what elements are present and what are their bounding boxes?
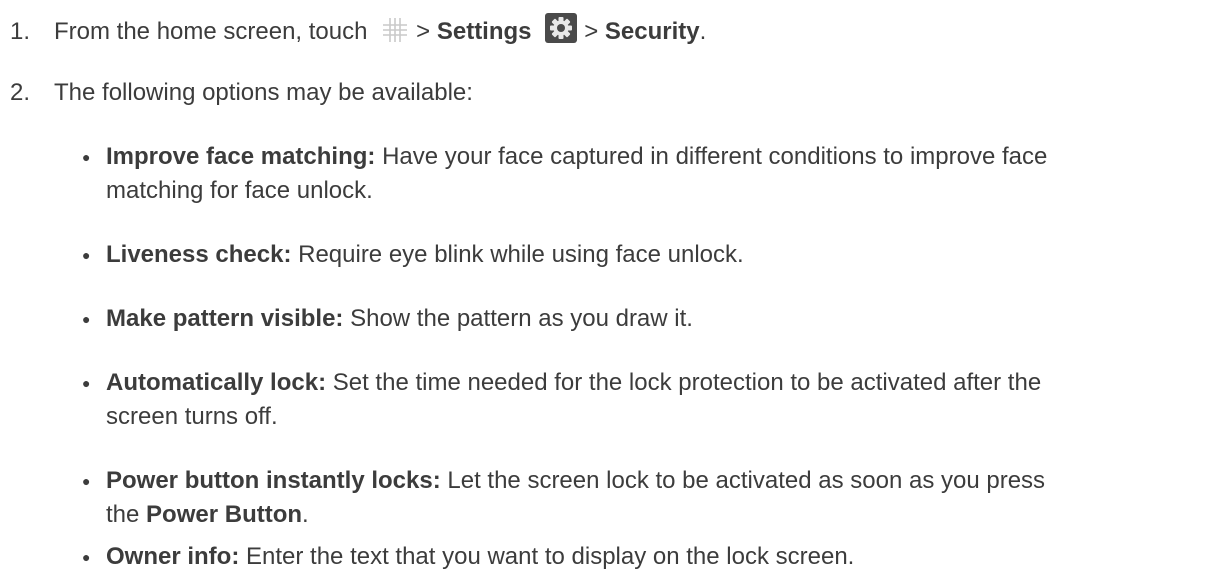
option-desc-cont: the — [106, 501, 140, 528]
separator-arrow: > — [416, 18, 431, 45]
bullet-dot: ● — [82, 149, 91, 165]
option-title: Improve face matching: — [106, 143, 376, 170]
option-text: Automatically lock: Set the time needed … — [106, 366, 1206, 434]
option-text: Improve face matching: Have your face ca… — [106, 140, 1206, 208]
instruction-document: 1. From the home screen, touch > Settings — [0, 0, 1219, 576]
option-desc-cont: screen turns off. — [106, 403, 278, 430]
option-text: Liveness check: Require eye blink while … — [106, 238, 1206, 272]
bullet-dot: ● — [82, 375, 91, 391]
step-text: The following options may be available: — [54, 79, 473, 106]
bullet-dot: ● — [82, 473, 91, 489]
step-number: 2. — [10, 79, 31, 106]
period: . — [302, 501, 309, 528]
bullet-dot: ● — [82, 247, 91, 263]
step-1: 1. From the home screen, touch > Settings — [10, 12, 706, 54]
option-text: Owner info: Enter the text that you want… — [106, 540, 1206, 574]
option-desc: Set the time needed for the lock protect… — [332, 369, 1042, 396]
option-text: Power button instantly locks: Let the sc… — [106, 464, 1206, 532]
bullet-dot: ● — [82, 549, 91, 565]
option-title: Liveness check: — [106, 241, 292, 268]
step-number: 1. — [10, 18, 31, 45]
step-2: 2. The following options may be available… — [10, 76, 473, 110]
option-desc: Enter the text that you want to display … — [246, 543, 855, 570]
security-label: Security — [604, 18, 700, 45]
period: . — [699, 18, 707, 45]
bullet-dot: ● — [82, 311, 91, 327]
option-desc: Have your face captured in different con… — [382, 143, 1048, 170]
option-title: Owner info: — [106, 543, 240, 570]
option-desc: Show the pattern as you draw it. — [350, 305, 693, 332]
settings-label: Settings — [436, 18, 532, 45]
option-title: Power button instantly locks: — [106, 467, 441, 494]
option-desc: Let the screen lock to be activated as s… — [447, 467, 1046, 494]
option-desc: Require eye blink while using face unloc… — [298, 241, 744, 268]
option-desc-cont: matching for face unlock. — [106, 177, 373, 204]
option-title: Automatically lock: — [106, 369, 327, 396]
power-button-label: Power Button — [146, 501, 303, 528]
settings-gear-icon — [544, 12, 578, 54]
step-text: From the home screen, touch — [54, 18, 368, 45]
separator-arrow: > — [584, 18, 599, 45]
option-title: Make pattern visible: — [106, 305, 344, 332]
apps-grid-icon — [380, 16, 410, 54]
option-text: Make pattern visible: Show the pattern a… — [106, 302, 1206, 336]
